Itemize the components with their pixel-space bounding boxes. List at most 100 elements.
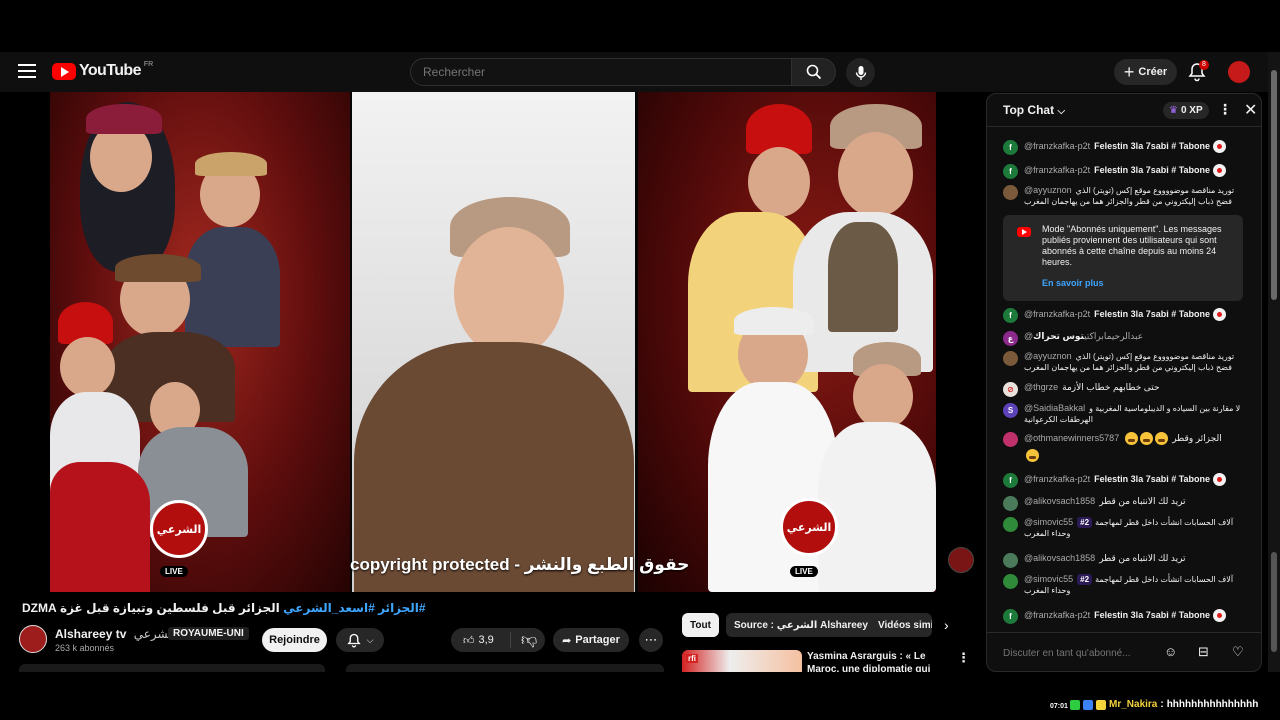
browser-top-area: [0, 0, 1280, 52]
close-icon[interactable]: ✕: [1244, 100, 1257, 120]
user-avatar: f: [1003, 140, 1018, 155]
microphone-icon: [855, 65, 866, 80]
message-author[interactable]: @simovic55: [1024, 574, 1073, 584]
heart-icon[interactable]: ♡: [1232, 644, 1244, 660]
message-author[interactable]: @othmanewinners5787: [1024, 433, 1119, 443]
chat-message: @simovic55 #2 آلاف الحسابات انشأت داخل قطر…: [1003, 574, 1247, 596]
comments-preview[interactable]: [346, 664, 664, 672]
super-chat-icon[interactable]: ⊟: [1198, 644, 1209, 660]
user-avatar: f: [1003, 473, 1018, 488]
chat-options-icon[interactable]: ⋮: [1218, 101, 1232, 118]
bell-icon: [346, 633, 361, 647]
logo-text: YouTube: [79, 62, 141, 79]
chat-message: f @franzkafka-p2t Felestin 3la 7sabi # Ta…: [1003, 140, 1247, 155]
rank-badge: #2: [1077, 574, 1093, 585]
page-scrollbar[interactable]: [1268, 52, 1280, 672]
join-button[interactable]: Rejoindre: [262, 628, 327, 652]
search-input[interactable]: [411, 59, 791, 85]
thumbs-down-icon: 👎︎: [521, 631, 538, 649]
chat-header: Top Chat ⌵ ♛ 0 XP ⋮ ✕: [987, 94, 1261, 127]
chat-input[interactable]: [1003, 645, 1158, 661]
notifications-button[interactable]: 8: [1188, 60, 1209, 82]
message-author[interactable]: @franzkafka-p2t: [1024, 309, 1090, 319]
create-label: Créer: [1138, 66, 1168, 78]
stream-overlay-bar: [0, 672, 1280, 720]
message-author[interactable]: @franzkafka-p2t: [1024, 141, 1090, 151]
share-button[interactable]: ➦ Partager: [553, 628, 629, 652]
chip-similar[interactable]: Vidéos simi: [870, 613, 932, 637]
message-author[interactable]: @thgrze: [1024, 382, 1058, 392]
message-text: الجزائر وقطر: [1172, 432, 1222, 443]
badge-icon: [1083, 699, 1093, 710]
stream-chat-line: Mr_Nakira : hhhhhhhhhhhhhhh: [1070, 699, 1258, 710]
user-avatar: [1003, 496, 1018, 511]
xp-badge[interactable]: ♛ 0 XP: [1163, 102, 1209, 119]
user-avatar: [1003, 574, 1018, 589]
share-label: Partager: [575, 634, 620, 646]
subscribers-only-notice: Mode "Abonnés uniquement". Les messages …: [1003, 215, 1243, 301]
crying-emoji-icon: [1140, 432, 1154, 445]
chevron-right-icon[interactable]: ›: [944, 617, 949, 633]
description-box[interactable]: [19, 664, 325, 672]
chip-all[interactable]: Tout: [682, 613, 719, 637]
clown-emoji-icon: [1213, 308, 1227, 321]
vest-inner: [828, 222, 898, 332]
chat-mode-dropdown[interactable]: Top Chat ⌵: [1003, 103, 1065, 117]
youtube-logo[interactable]: YouTube FR: [52, 61, 153, 80]
user-avatar: ⊘: [1003, 382, 1018, 397]
channel-watermark: الشرعي: [780, 498, 838, 556]
user-avatar: S: [1003, 403, 1018, 418]
message-text: تريد لك الانتباه من قطر: [1099, 496, 1186, 506]
message-author[interactable]: @ayyuznon: [1024, 351, 1072, 361]
chat-message: @ayyuznon تورید مناقصة موضووووع موقع إكس …: [1003, 185, 1247, 207]
create-button[interactable]: + Créer: [1114, 59, 1177, 85]
scrollbar-thumb[interactable]: [1271, 70, 1277, 300]
thumbs-up-icon: 👍︎: [463, 634, 475, 647]
red-car: [50, 462, 150, 592]
chat-message: @simovic55 #2 آلاف الحسابات انشأت داخل قطر…: [1003, 517, 1247, 539]
more-actions-button[interactable]: ⋯: [639, 628, 663, 652]
emoji-icon[interactable]: ☺: [1164, 644, 1177, 659]
scrollbar-thumb-secondary[interactable]: [1271, 552, 1277, 652]
live-chat-panel: Top Chat ⌵ ♛ 0 XP ⋮ ✕ f @franzkafka-p2t F…: [986, 93, 1262, 672]
video-player[interactable]: الشرعي LIVE الشرعي LIVE copyright protec…: [50, 92, 936, 592]
clown-emoji-icon: [1213, 140, 1227, 153]
voice-search-button[interactable]: [846, 58, 875, 87]
menu-icon[interactable]: [18, 64, 36, 80]
like-dislike-group: 👍︎ 3,9 👎︎: [451, 628, 545, 652]
channel-mini-avatar[interactable]: [948, 547, 974, 573]
title-hashtag[interactable]: #اسعد_الشرعي: [283, 601, 375, 615]
message-author[interactable]: @franzkafka-p2t: [1024, 610, 1090, 620]
account-avatar[interactable]: [1228, 61, 1250, 83]
channel-name-text[interactable]: Alshareey tv: [55, 627, 126, 641]
search-box[interactable]: [410, 58, 792, 86]
video-right-panel: الشرعي LIVE: [638, 92, 936, 592]
more-horizontal-icon: ⋯: [644, 632, 658, 647]
crying-emoji-icon: [1155, 432, 1169, 445]
recommended-title[interactable]: Yasmina Asrarguis : « Le Maroc, une dipl…: [807, 650, 947, 672]
user-avatar: [1003, 185, 1018, 200]
title-hashtag[interactable]: #الجزائر: [378, 601, 426, 615]
stream-time: 07:01: [1050, 703, 1068, 710]
message-author[interactable]: @franzkafka-p2t: [1024, 474, 1090, 484]
chat-messages[interactable]: f @franzkafka-p2t Felestin 3la 7sabi # Ta…: [987, 127, 1261, 632]
search-button[interactable]: [791, 58, 836, 86]
recommended-thumbnail[interactable]: rfi: [682, 650, 802, 672]
subscribed-button[interactable]: ⌵: [336, 628, 384, 652]
channel-avatar[interactable]: [19, 625, 47, 653]
message-author[interactable]: @simovic55: [1024, 517, 1073, 527]
chat-message: f @franzkafka-p2t Felestin 3la 7sabi # Ta…: [1003, 609, 1247, 624]
message-author[interactable]: @franzkafka-p2t: [1024, 165, 1090, 175]
message-author[interactable]: @ayyuznon: [1024, 185, 1072, 195]
dislike-button[interactable]: 👎︎: [511, 631, 537, 650]
crying-emoji-icon: [1125, 432, 1139, 445]
learn-more-link[interactable]: En savoir plus: [1042, 278, 1104, 288]
chip-source[interactable]: Source : الشرعي Alshareey tv: [726, 613, 888, 637]
more-vertical-icon[interactable]: ⋮: [957, 650, 970, 666]
crying-emoji-icon: [1026, 449, 1039, 462]
user-avatar: [1003, 553, 1018, 568]
message-author[interactable]: @alikovsach1858: [1024, 496, 1095, 506]
message-author[interactable]: @alikovsach1858: [1024, 553, 1095, 563]
message-author[interactable]: @SaidiaBakkal: [1024, 403, 1085, 413]
like-button[interactable]: 👍︎ 3,9: [451, 632, 511, 648]
